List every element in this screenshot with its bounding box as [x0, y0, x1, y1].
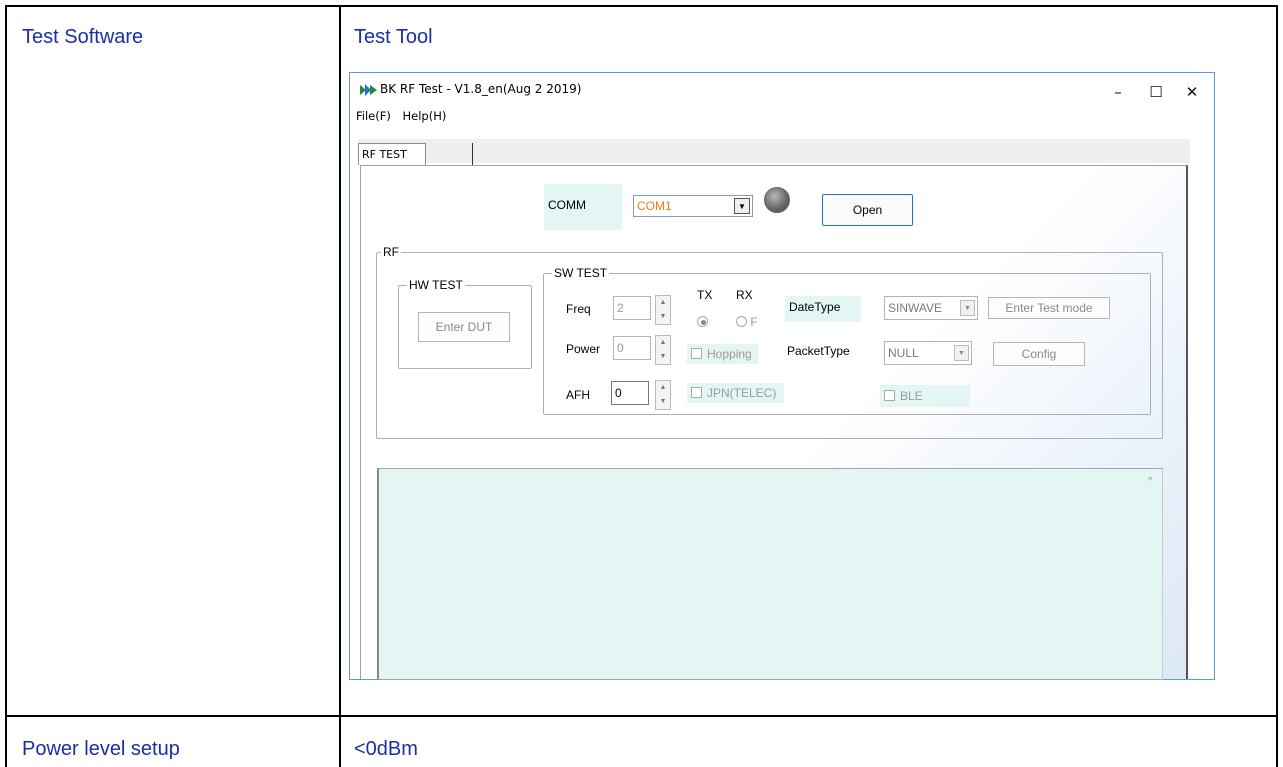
- datetype-label: DateType: [785, 296, 861, 322]
- datetype-dropdown[interactable]: SINWAVE ▼: [884, 296, 978, 320]
- table-row-divider: [5, 715, 1278, 717]
- afh-value: 0: [615, 386, 622, 400]
- checkbox-icon[interactable]: [691, 348, 702, 359]
- enter-test-mode-button[interactable]: Enter Test mode: [988, 297, 1110, 319]
- tx-label: TX: [697, 288, 713, 302]
- row2-value: <0dBm: [354, 738, 418, 760]
- hopping-label: Hopping: [707, 347, 752, 361]
- minimize-button[interactable]: –: [1098, 79, 1138, 105]
- power-spinbox[interactable]: 0: [613, 336, 651, 360]
- menu-file[interactable]: File(F): [356, 109, 391, 123]
- maximize-button[interactable]: ☐: [1136, 79, 1176, 105]
- radio-on-icon[interactable]: [697, 316, 708, 327]
- tab-blank[interactable]: [427, 143, 473, 165]
- row1-label: Test Software: [22, 26, 144, 48]
- open-button[interactable]: Open: [822, 194, 913, 226]
- chevron-down-icon[interactable]: ▼: [960, 300, 975, 316]
- close-button[interactable]: ✕: [1172, 79, 1212, 105]
- tab-rf-test[interactable]: RF TEST: [358, 143, 426, 165]
- tab-strip: [358, 139, 1190, 163]
- chevron-down-icon[interactable]: ▼: [954, 345, 969, 361]
- menu-help[interactable]: Help(H): [403, 109, 447, 123]
- afh-spinbox[interactable]: 0: [611, 381, 649, 405]
- rx-label: RX: [736, 288, 753, 302]
- title-bar: BK RF Test - V1.8_en(Aug 2 2019) – ☐ ✕: [350, 73, 1214, 109]
- spin-down-icon[interactable]: ▼: [656, 350, 670, 364]
- jpn-telec-label: JPN(TELEC): [707, 386, 777, 400]
- jpn-telec-checkbox[interactable]: JPN(TELEC): [687, 383, 785, 403]
- sw-test-caption: SW TEST: [552, 266, 610, 280]
- tx-radio[interactable]: [697, 315, 708, 329]
- checkbox-icon[interactable]: [691, 387, 702, 398]
- row2-label: Power level setup: [22, 738, 180, 760]
- freq-spin-arrows[interactable]: ▲ ▼: [655, 295, 671, 325]
- radio-off-icon[interactable]: [736, 316, 747, 327]
- com-port-value: COM1: [637, 199, 672, 213]
- hopping-checkbox[interactable]: Hopping: [687, 344, 758, 364]
- ble-label: BLE: [900, 389, 923, 403]
- menu-bar: File(F) Help(H): [356, 109, 454, 123]
- power-value: 0: [617, 341, 624, 355]
- ble-checkbox[interactable]: BLE: [880, 385, 970, 407]
- table-column-divider: [339, 5, 341, 767]
- spin-down-icon[interactable]: ▼: [656, 310, 670, 324]
- afh-spin-arrows[interactable]: ▲ ▼: [655, 380, 671, 410]
- log-output-box[interactable]: [377, 468, 1163, 680]
- spin-down-icon[interactable]: ▼: [656, 395, 670, 409]
- status-led: [764, 187, 790, 213]
- spin-up-icon[interactable]: ▲: [656, 336, 670, 350]
- config-button[interactable]: Config: [993, 342, 1085, 366]
- packettype-label: PacketType: [787, 344, 850, 358]
- datetype-value: SINWAVE: [888, 301, 943, 315]
- spin-up-icon[interactable]: ▲: [656, 381, 670, 395]
- rx-radio-text: F: [750, 315, 758, 329]
- power-label: Power: [566, 342, 601, 356]
- app-logo-icon: [360, 84, 377, 96]
- freq-value: 2: [617, 301, 624, 315]
- packettype-value: NULL: [888, 346, 919, 360]
- chevron-down-icon[interactable]: ▼: [734, 198, 750, 214]
- checkbox-icon[interactable]: [884, 390, 895, 401]
- spin-up-icon[interactable]: ▲: [656, 296, 670, 310]
- scroll-up-icon[interactable]: ^: [1148, 476, 1153, 487]
- rf-group-caption: RF: [381, 245, 401, 259]
- com-port-dropdown[interactable]: COM1 ▼: [633, 195, 753, 217]
- window-title: BK RF Test - V1.8_en(Aug 2 2019): [380, 82, 582, 96]
- hw-test-caption: HW TEST: [407, 278, 465, 292]
- power-spin-arrows[interactable]: ▲ ▼: [655, 335, 671, 365]
- freq-spinbox[interactable]: 2: [613, 296, 651, 320]
- row1-value: Test Tool: [354, 26, 433, 48]
- log-scrollbar[interactable]: [1162, 468, 1163, 680]
- afh-label: AFH: [566, 388, 590, 402]
- rx-radio[interactable]: F: [736, 315, 758, 329]
- packettype-dropdown[interactable]: NULL ▼: [884, 341, 972, 365]
- enter-dut-button[interactable]: Enter DUT: [418, 312, 510, 342]
- comm-label: COMM: [544, 184, 622, 230]
- freq-label: Freq: [566, 302, 591, 316]
